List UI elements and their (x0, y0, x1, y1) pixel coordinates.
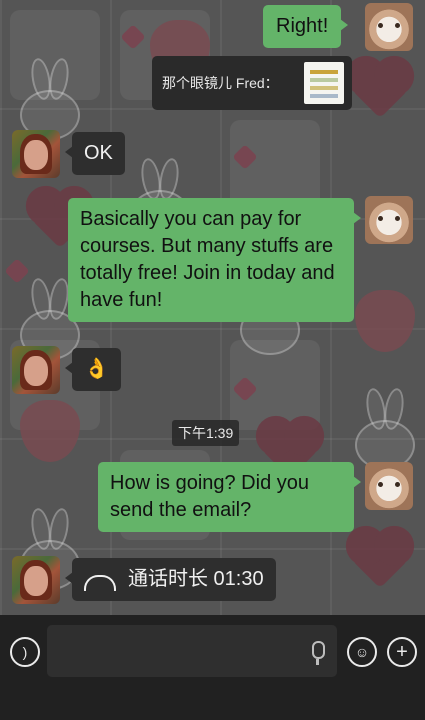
phone-hangup-icon (84, 574, 116, 591)
quoted-message[interactable]: 那个眼镜儿 Fred： (152, 56, 352, 110)
my-avatar[interactable] (365, 3, 413, 51)
contact-avatar[interactable] (12, 130, 60, 178)
message-text: How is going? Did you send the email? (110, 472, 309, 521)
voice-icon[interactable]: ) (10, 637, 40, 667)
strawberry-decoration (20, 400, 80, 462)
quote-thumbnail-image[interactable] (304, 62, 344, 104)
call-duration-label: 通话时长 01:30 (128, 568, 264, 590)
contact-avatar[interactable] (12, 556, 60, 604)
my-avatar[interactable] (365, 196, 413, 244)
flower-decoration (4, 258, 30, 284)
add-icon[interactable]: + (387, 637, 417, 667)
emoji-icon[interactable]: ☺ (347, 637, 377, 667)
message-text: Right! (276, 15, 329, 37)
emoji-text: 👌 (84, 358, 109, 380)
message-text: OK (84, 142, 113, 164)
message-text: Basically you can pay for courses. But m… (80, 208, 335, 311)
my-avatar[interactable] (365, 462, 413, 510)
quote-text: 那个眼镜儿 Fred： (162, 75, 279, 91)
message-input[interactable] (47, 625, 337, 677)
call-record-bubble[interactable]: 通话时长 01:30 (65, 558, 276, 601)
mic-icon[interactable] (312, 641, 325, 665)
sent-message-bubble[interactable]: How is going? Did you send the email? (98, 462, 361, 532)
heart-decoration (351, 61, 409, 119)
heart-decoration (351, 531, 409, 589)
sent-message-bubble[interactable]: Basically you can pay for courses. But m… (68, 198, 361, 322)
received-message-bubble[interactable]: 👌 (65, 348, 121, 391)
contact-avatar[interactable] (12, 346, 60, 394)
message-timestamp: 下午1:39 (172, 420, 240, 446)
received-message-bubble[interactable]: OK (65, 132, 125, 175)
sent-message-bubble[interactable]: Right! (263, 5, 349, 48)
strawberry-decoration (355, 290, 415, 352)
chat-input-bar: ) ☺ + (0, 615, 425, 720)
